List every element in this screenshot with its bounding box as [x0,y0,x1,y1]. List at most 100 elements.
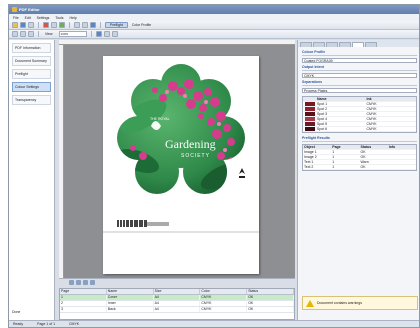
swatch-ink: CMYK [366,122,377,126]
toolbar-divider [38,31,39,37]
save-icon[interactable] [20,22,26,28]
print-icon[interactable] [28,22,34,28]
table-row[interactable]: Text 2 1 OK [303,165,416,170]
next-page-button[interactable] [83,280,88,285]
window-title: PDF Editor [19,7,40,12]
table-cell: A4 [154,301,201,306]
view-label: View [45,32,53,36]
column-header: Name [317,97,327,101]
warning-icon [306,299,314,307]
undo-icon[interactable] [43,22,49,28]
table-row[interactable]: 3 Back A4 CMYK OK [60,307,294,313]
nav-item-document-summary[interactable]: Document Summary [12,56,51,66]
swatch-section: Name Ink Spot 1 CMYK Spot 2 CMYK Spot 3 … [302,96,417,133]
results-table: Object Page Status Info Image 1 1 OK Ima… [302,144,417,171]
menu-tools[interactable]: Tools [55,16,63,20]
table-cell: Warn [360,160,369,164]
swatch-name: Spot 3 [317,112,328,116]
tab-colour[interactable] [352,42,364,47]
title-bar: PDF Editor [9,5,419,14]
table-cell: Image 1 [304,150,317,154]
swatch-color [305,127,315,131]
column-header[interactable]: Status [360,145,388,149]
table-cell: 1 [60,295,107,300]
document-canvas[interactable]: THE ROYAL Gardening SOCIETY [59,40,295,283]
nav-item-colour-settings[interactable]: Colour Settings [12,82,51,92]
prev-page-icon[interactable] [20,31,26,37]
first-page-icon[interactable] [12,31,18,37]
tab-images[interactable] [326,42,338,47]
swatch-ink: CMYK [366,112,377,116]
column-header[interactable]: Page [60,289,107,294]
results-section: Preflight Results Object Page Status Inf… [302,136,417,171]
output-intent-select[interactable]: CMYK [302,73,417,78]
nav-footer: Done [12,310,21,314]
select-tool-icon[interactable] [95,31,102,37]
table-cell: OK [360,155,366,159]
section-heading: Separations [302,80,417,86]
column-header[interactable]: Page [331,145,359,149]
crop-tool-icon[interactable] [111,31,118,37]
menu-help[interactable]: Help [70,16,77,20]
cover-artwork: THE ROYAL Gardening SOCIETY [103,64,259,233]
table-cell: OK [360,150,366,154]
column-header[interactable]: Name [107,289,154,294]
cover-title: Gardening [165,137,216,151]
column-header[interactable]: Status [247,289,294,294]
table-cell [388,160,416,164]
open-icon[interactable] [12,22,18,28]
first-page-button[interactable] [69,280,74,285]
tab-advanced[interactable] [365,42,377,47]
toolbar-divider [100,22,101,28]
check-icon[interactable] [59,22,65,28]
zoom-in-icon[interactable] [74,22,80,28]
last-page-button[interactable] [90,280,95,285]
swatch-name: Spot 1 [317,102,328,106]
nav-item-preflight[interactable]: Preflight [12,69,51,79]
column-header[interactable]: Size [154,289,201,294]
colour-profile-select[interactable]: Coated FOGRA39 [302,58,417,63]
menu-bar: File Edit Settings Tools Help [9,14,419,21]
separations-select[interactable]: Process Plates [302,88,417,93]
next-page-icon[interactable] [28,31,34,37]
zoom-out-icon[interactable] [82,22,88,28]
nav-item-pdf-information[interactable]: PDF Information [12,43,51,53]
swatch-ink: CMYK [366,107,377,111]
toolbar-divider [90,31,92,37]
table-cell: CMYK [200,301,248,306]
preflight-button[interactable]: Preflight [105,22,128,28]
column-header[interactable]: Info [388,145,416,149]
tab-fonts[interactable] [313,42,325,47]
status-ready: Ready [13,322,24,326]
redo-icon[interactable] [51,22,57,28]
table-cell: OK [247,295,294,300]
section-heading: Colour Profile [302,50,417,56]
table-cell [388,155,416,159]
cover-top-text: THE ROYAL [150,117,170,121]
hand-icon[interactable] [90,22,96,28]
color-profile-button[interactable]: Color Profile [130,23,153,27]
tab-general[interactable] [300,42,312,47]
prev-page-button[interactable] [76,280,81,285]
swatch-list: Name Ink Spot 1 CMYK Spot 2 CMYK Spot 3 … [302,96,417,133]
swatch-color [305,112,315,116]
table-cell [388,150,416,154]
tab-output[interactable] [339,42,351,47]
table-cell: 3 [60,307,107,312]
table-cell: Text 1 [304,160,314,164]
table-cell: Cover [107,295,154,300]
swatch-color [305,117,315,121]
zoom-select[interactable]: 100% [58,31,87,37]
menu-edit[interactable]: Edit [25,16,31,20]
swatch-row[interactable]: Spot 6 CMYK [303,127,416,132]
menu-settings[interactable]: Settings [37,16,50,20]
barcode [117,220,169,227]
nav-item-transparency[interactable]: Transparency [12,95,51,105]
column-header[interactable]: Object [303,145,331,149]
table-cell [388,165,416,169]
text-tool-icon[interactable] [103,31,110,37]
table-cell: OK [247,307,294,312]
column-header[interactable]: Color [200,289,248,294]
status-page: Page 1 of 1 [37,322,56,326]
menu-file[interactable]: File [13,16,19,20]
